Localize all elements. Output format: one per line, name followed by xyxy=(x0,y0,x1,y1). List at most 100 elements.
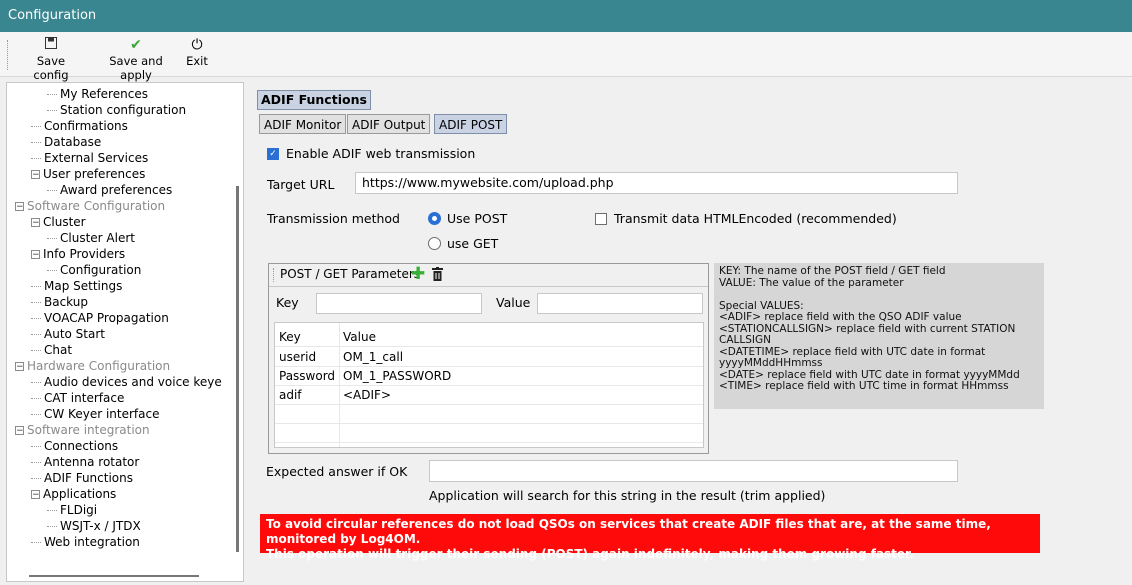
grid-header-key[interactable]: Key xyxy=(275,328,339,347)
use-post-radio[interactable] xyxy=(428,212,441,225)
parameters-toolbar: POST / GET Parameters ✚ xyxy=(269,264,708,287)
save-config-button[interactable]: Save config xyxy=(20,37,82,82)
green-check-icon: ✔ xyxy=(130,37,142,53)
toolbar-grip xyxy=(273,268,274,282)
parameters-title: POST / GET Parameters xyxy=(280,267,421,281)
tree-item-cluster-alert[interactable]: Cluster Alert xyxy=(47,230,135,246)
tab-adif-post[interactable]: ADIF POST xyxy=(434,114,508,134)
tree-item-applications[interactable]: − Applications xyxy=(31,486,116,502)
warning-line: To avoid circular references do not load… xyxy=(266,517,991,546)
enable-web-transmission-label: Enable ADIF web transmission xyxy=(286,146,476,161)
save-and-apply-button[interactable]: ✔ Save and apply xyxy=(94,37,178,82)
warning-line: This operation will trigger their sendin… xyxy=(266,547,914,561)
tree-item-web-integration[interactable]: Web integration xyxy=(31,534,140,550)
help-line: <STATIONCALLSIGN> replace field with cur… xyxy=(719,322,1016,346)
transmission-method-label: Transmission method xyxy=(267,211,400,226)
tree-vertical-scrollbar[interactable] xyxy=(236,186,239,552)
tree-item-map-settings[interactable]: Map Settings xyxy=(31,278,122,294)
target-url-input[interactable]: https://www.mywebsite.com/upload.php xyxy=(355,172,958,194)
help-line: VALUE: The value of the parameter xyxy=(719,276,904,289)
use-get-label: use GET xyxy=(447,236,499,251)
tree-item-connections[interactable]: Connections xyxy=(31,438,118,454)
parameters-grid[interactable]: Key Value userid OM_1_call Password OM_1… xyxy=(274,322,704,448)
table-row-value[interactable]: OM_1_PASSWORD xyxy=(339,367,703,386)
value-label: Value xyxy=(496,295,531,310)
tree-item-award-preferences[interactable]: Award preferences xyxy=(47,182,172,198)
tree-item-fldigi[interactable]: FLDigi xyxy=(47,502,97,518)
tree-item-configuration[interactable]: Configuration xyxy=(47,262,141,278)
tree-category-hardware-configuration[interactable]: − Hardware Configuration xyxy=(15,358,170,374)
expected-answer-hint: Application will search for this string … xyxy=(429,488,826,503)
table-row-value[interactable]: <ADIF> xyxy=(339,386,703,405)
use-get-radio[interactable] xyxy=(428,237,441,250)
circular-reference-warning: To avoid circular references do not load… xyxy=(260,514,1040,561)
tree-item-auto-start[interactable]: Auto Start xyxy=(31,326,105,342)
html-encode-label: Transmit data HTMLEncoded (recommended) xyxy=(614,211,897,226)
empty-row[interactable] xyxy=(275,424,703,443)
section-title: ADIF Functions xyxy=(257,90,371,110)
exit-button[interactable]: ⏻ Exit xyxy=(184,37,210,68)
tree-item-cw-keyer-interface[interactable]: CW Keyer interface xyxy=(31,406,159,422)
help-line: <TIME> replace field with UTC time in fo… xyxy=(719,380,1009,392)
tree-item-audio-devices[interactable]: Audio devices and voice keye xyxy=(31,374,222,390)
tree-item-adif-functions[interactable]: ADIF Functions xyxy=(31,470,133,486)
help-line xyxy=(719,289,1039,301)
save-and-apply-label: Save and apply xyxy=(109,54,163,82)
collapse-icon: − xyxy=(15,362,24,372)
table-row-key[interactable]: Password xyxy=(275,367,339,386)
config-tree[interactable]: My References Station configuration Conf… xyxy=(6,82,244,582)
add-parameter-icon[interactable]: ✚ xyxy=(411,264,425,284)
grid-header-value[interactable]: Value xyxy=(339,328,703,347)
tree-item-wsjtx-jtdx[interactable]: WSJT-x / JTDX xyxy=(47,518,141,534)
exit-label: Exit xyxy=(186,54,208,68)
use-post-label: Use POST xyxy=(447,211,508,226)
table-row-value[interactable]: OM_1_call xyxy=(339,348,703,367)
floppy-disk-icon xyxy=(20,37,82,54)
tab-adif-monitor[interactable]: ADIF Monitor xyxy=(259,114,347,134)
toolbar-grip xyxy=(7,40,11,70)
tree-item-confirmations[interactable]: Confirmations xyxy=(31,118,128,134)
html-encode-checkbox[interactable] xyxy=(595,213,607,225)
tree-horizontal-scrollbar[interactable] xyxy=(29,575,199,577)
delete-parameter-icon[interactable] xyxy=(432,267,443,284)
help-line: KEY: The name of the POST field / GET fi… xyxy=(719,265,946,277)
tree-item-info-providers[interactable]: − Info Providers xyxy=(31,246,125,262)
tree-item-cluster[interactable]: − Cluster xyxy=(31,214,86,230)
power-icon: ⏻ xyxy=(191,37,203,53)
tree-item-antenna-rotator[interactable]: Antenna rotator xyxy=(31,454,139,470)
toolbar: Save config ✔ Save and apply ⏻ Exit xyxy=(0,32,1132,82)
tree-item-backup[interactable]: Backup xyxy=(31,294,88,310)
tree-item-cat-interface[interactable]: CAT interface xyxy=(31,390,124,406)
expected-answer-input[interactable] xyxy=(429,460,958,482)
tree-item-my-references[interactable]: My References xyxy=(47,86,148,102)
empty-row[interactable] xyxy=(275,405,703,424)
collapse-icon: − xyxy=(15,202,24,212)
adif-post-panel: ADIF Functions ADIF Monitor ADIF Output … xyxy=(250,82,1126,582)
parameters-help-box: KEY: The name of the POST field / GET fi… xyxy=(714,263,1044,409)
enable-web-transmission-checkbox[interactable]: ✓ xyxy=(267,148,279,160)
window-title: Configuration xyxy=(0,0,1132,32)
tree-item-user-preferences[interactable]: − User preferences xyxy=(31,166,145,182)
collapse-icon: − xyxy=(31,490,40,500)
table-row-key[interactable]: userid xyxy=(275,348,339,367)
key-input[interactable] xyxy=(316,293,482,314)
tree-item-voacap-propagation[interactable]: VOACAP Propagation xyxy=(31,310,169,326)
collapse-icon: − xyxy=(31,218,40,228)
tab-adif-output[interactable]: ADIF Output xyxy=(347,114,431,134)
tree-item-external-services[interactable]: External Services xyxy=(31,150,148,166)
value-input[interactable] xyxy=(537,293,703,314)
collapse-icon: − xyxy=(31,250,40,260)
help-line: <DATETIME> replace field with UTC date i… xyxy=(719,345,986,369)
post-get-parameters-panel: POST / GET Parameters ✚ Key Value Key Va… xyxy=(268,263,709,454)
tree-category-software-configuration[interactable]: − Software Configuration xyxy=(15,198,165,214)
collapse-icon: − xyxy=(31,170,40,180)
tree-item-database[interactable]: Database xyxy=(31,134,101,150)
target-url-label: Target URL xyxy=(267,177,335,192)
collapse-icon: − xyxy=(15,426,24,436)
tree-category-software-integration[interactable]: − Software integration xyxy=(15,422,150,438)
expected-answer-label: Expected answer if OK xyxy=(266,464,408,479)
tree-item-station-configuration[interactable]: Station configuration xyxy=(47,102,186,118)
table-row-key[interactable]: adif xyxy=(275,386,339,405)
tree-item-chat[interactable]: Chat xyxy=(31,342,72,358)
save-config-label: Save config xyxy=(33,54,69,82)
